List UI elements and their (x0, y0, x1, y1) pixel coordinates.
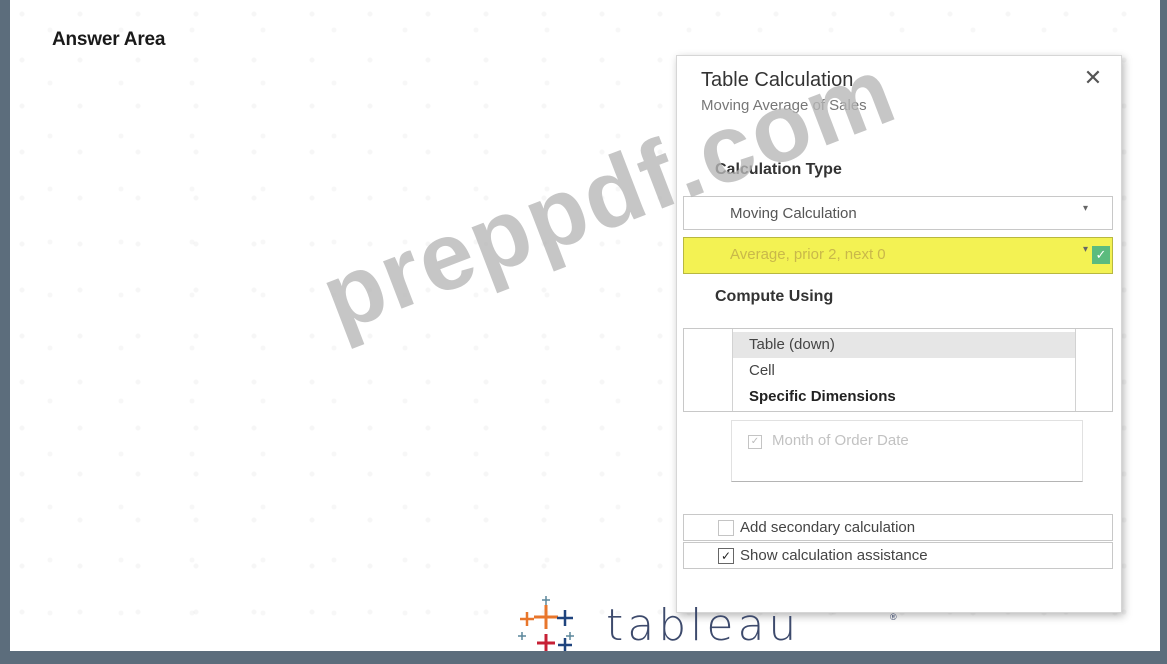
dialog-subtitle: Moving Average of Sales (701, 97, 867, 114)
dimension-label: Month of Order Date (772, 432, 909, 449)
answer-area: Answer Area Table Calculation Moving Ave… (10, 0, 1160, 651)
aggregation-select[interactable]: Average, prior 2, next 0 ▾ ✓ (683, 237, 1113, 274)
page-title: Answer Area (52, 29, 166, 50)
show-calculation-assistance-option[interactable]: ✓ Show calculation assistance (683, 542, 1113, 569)
close-icon[interactable]: ✕ (1081, 66, 1105, 90)
tableau-cross-mark-icon (518, 596, 574, 651)
tableau-wordmark: tableau (606, 600, 801, 651)
add-secondary-calculation-option[interactable]: Add secondary calculation (683, 514, 1113, 541)
chevron-down-icon: ▾ (1082, 203, 1088, 214)
aggregation-value: Average, prior 2, next 0 (730, 246, 886, 263)
dimensions-list: ✓ Month of Order Date (731, 420, 1083, 482)
chevron-down-icon: ▾ (1082, 244, 1088, 255)
show-assistance-label: Show calculation assistance (740, 547, 928, 564)
answer-check-icon: ✓ (1092, 246, 1110, 264)
compute-option-cell[interactable]: Cell (733, 358, 1075, 384)
table-calculation-dialog: Table Calculation Moving Average of Sale… (676, 55, 1122, 613)
dialog-title: Table Calculation (701, 69, 854, 91)
calculation-type-select[interactable]: Moving Calculation ▾ (683, 196, 1113, 230)
calculation-type-heading: Calculation Type (715, 161, 842, 178)
compute-using-list: Table (down) Cell Specific Dimensions (683, 328, 1113, 412)
tableau-logo: tableau ® (510, 596, 910, 651)
add-secondary-checkbox[interactable] (718, 520, 734, 536)
dimension-checkbox[interactable]: ✓ (748, 435, 762, 449)
calculation-type-value: Moving Calculation (730, 205, 857, 222)
trademark-symbol: ® (890, 612, 897, 622)
compute-using-options: Table (down) Cell Specific Dimensions (732, 329, 1076, 411)
compute-option-table-down[interactable]: Table (down) (733, 332, 1075, 358)
compute-using-heading: Compute Using (715, 288, 834, 305)
compute-option-specific-dimensions[interactable]: Specific Dimensions (733, 384, 1075, 410)
show-assistance-checkbox[interactable]: ✓ (718, 548, 734, 564)
add-secondary-label: Add secondary calculation (740, 519, 916, 536)
